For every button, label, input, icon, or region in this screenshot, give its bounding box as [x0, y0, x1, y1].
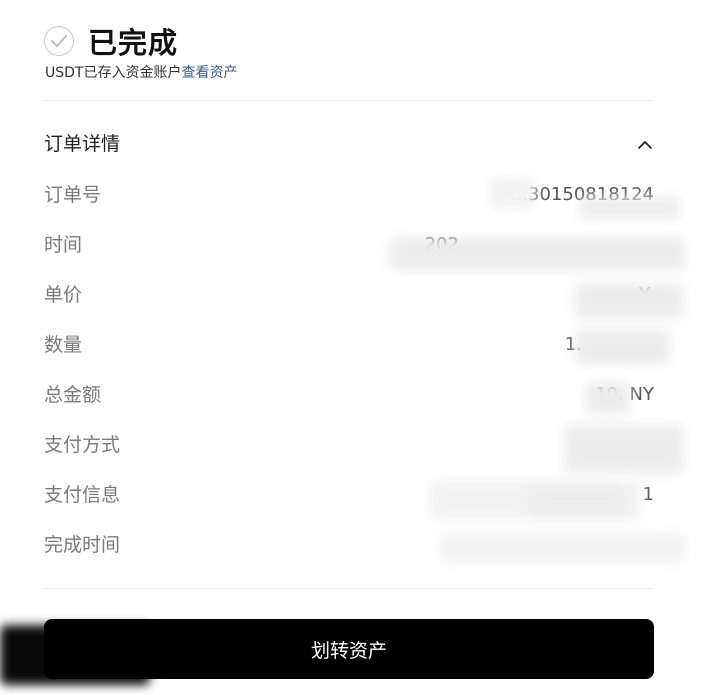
order-row-unit-price: 单价 Y — [44, 280, 654, 310]
redaction — [580, 198, 680, 218]
status-subtitle: USDT已存入资金账户查看资产 — [45, 64, 237, 82]
redaction — [565, 425, 683, 473]
redaction — [575, 284, 683, 318]
row-label: 完成时间 — [44, 534, 121, 556]
status-subtitle-text: USDT已存入资金账户 — [45, 65, 182, 81]
redaction — [575, 330, 670, 364]
check-circle-icon — [44, 26, 74, 56]
row-label: 支付方式 — [44, 434, 121, 456]
order-row-payment-method: 支付方式 — [44, 430, 654, 460]
divider — [44, 588, 654, 589]
divider — [44, 100, 654, 101]
row-label: 支付信息 — [44, 484, 121, 506]
row-value: 1 — [642, 484, 654, 505]
order-details-title: 订单详情 — [44, 133, 121, 155]
row-label: 时间 — [44, 234, 83, 256]
redaction — [585, 383, 630, 413]
row-label: 总金额 — [44, 384, 102, 406]
order-row-number: 订单号 ...30150818124 — [44, 180, 654, 210]
row-label: 数量 — [44, 334, 83, 356]
chevron-up-icon[interactable] — [636, 139, 654, 151]
redaction — [530, 490, 625, 514]
redaction — [490, 178, 535, 208]
order-row-total: 总金额 10. NY — [44, 380, 654, 410]
transfer-assets-button[interactable]: 划转资产 — [44, 619, 654, 679]
row-label: 单价 — [44, 284, 83, 306]
redaction — [440, 534, 685, 562]
redaction — [390, 238, 685, 270]
status-title: 已完成 — [88, 26, 179, 60]
order-row-quantity: 数量 1. — [44, 330, 654, 360]
row-label: 订单号 — [44, 184, 102, 206]
view-assets-link[interactable]: 查看资产 — [181, 65, 237, 81]
